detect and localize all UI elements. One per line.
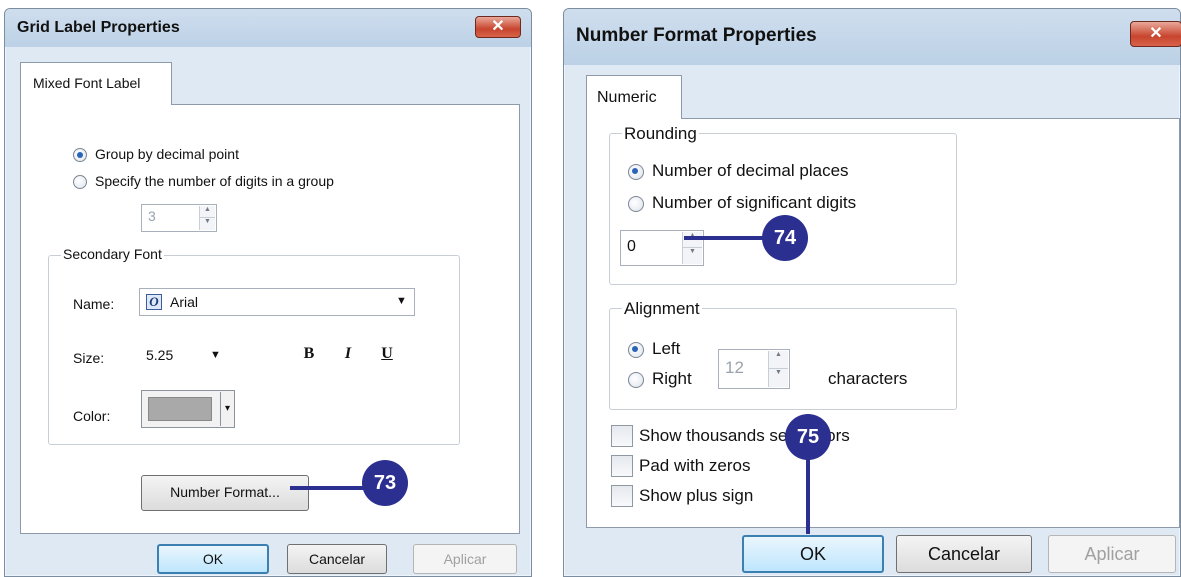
apply-label: Aplicar (1084, 544, 1140, 564)
color-label: Color: (73, 408, 111, 424)
apply-button[interactable]: Aplicar (413, 544, 517, 574)
callout-73-leader (290, 486, 366, 490)
dialog-title: Grid Label Properties (17, 19, 180, 36)
specify-digits-radio[interactable] (73, 175, 87, 189)
opentype-font-icon: O (146, 294, 162, 310)
spin-up-icon[interactable]: ▲ (769, 351, 788, 369)
align-right-radio[interactable] (628, 372, 644, 388)
significant-digits-label: Number of significant digits (652, 193, 857, 212)
underline-button[interactable]: U (372, 340, 402, 370)
align-left-label: Left (652, 339, 681, 358)
chevron-down-icon[interactable]: ▼ (396, 295, 407, 307)
color-dropdown-arrow[interactable]: ▾ (220, 392, 234, 426)
color-swatch (148, 397, 212, 421)
characters-value: 12 (725, 358, 744, 377)
alignment-legend: Alignment (622, 299, 702, 319)
alignment-group: Alignment Left Right 12 ▲ ▼ characters (609, 299, 957, 410)
secondary-font-legend: Secondary Font (61, 246, 164, 262)
size-label: Size: (73, 350, 105, 366)
decimal-places-label: Number of decimal places (652, 161, 849, 180)
rounding-legend: Rounding (622, 124, 699, 144)
rounding-value: 0 (627, 238, 636, 255)
tab-label: Numeric (597, 89, 657, 106)
show-thousands-checkbox[interactable] (611, 425, 633, 447)
show-plus-label: Show plus sign (639, 486, 754, 505)
tab-panel: Rounding Number of decimal places Number… (586, 118, 1180, 528)
font-size-combo[interactable]: 5.25 ▼ (139, 340, 227, 370)
characters-spinner[interactable]: 12 ▲ ▼ (718, 349, 790, 389)
specify-digits-label: Specify the number of digits in a group (95, 173, 334, 189)
pad-zeros-checkbox[interactable] (611, 455, 633, 477)
spin-down-icon[interactable]: ▼ (769, 369, 788, 387)
apply-label: Aplicar (443, 551, 487, 567)
align-right-label: Right (652, 369, 692, 388)
apply-button[interactable]: Aplicar (1048, 535, 1176, 573)
digits-spinner[interactable]: 3 ▲ ▼ (141, 204, 217, 232)
callout-75: 75 (785, 414, 831, 460)
font-name-value: Arial (170, 294, 199, 310)
cancel-button[interactable]: Cancelar (896, 535, 1032, 573)
spinner-arrows[interactable]: ▲ ▼ (199, 206, 215, 230)
spinner-arrows[interactable]: ▲ ▼ (768, 351, 788, 387)
show-plus-checkbox[interactable] (611, 485, 633, 507)
spin-up-icon[interactable]: ▲ (200, 206, 215, 218)
grid-label-properties-dialog: Grid Label Properties ✕ Mixed Font Label… (4, 8, 532, 577)
decimal-places-radio[interactable] (628, 164, 644, 180)
title-bar: Grid Label Properties ✕ (5, 9, 531, 47)
tab-numeric[interactable]: Numeric (586, 75, 682, 119)
tab-label: Mixed Font Label (33, 75, 141, 91)
callout-75-leader (806, 454, 810, 534)
name-label: Name: (73, 296, 115, 312)
font-size-value: 5.25 (146, 347, 174, 363)
color-picker[interactable]: ▾ (141, 390, 235, 428)
ok-label: OK (202, 551, 224, 567)
ok-button[interactable]: OK (157, 544, 269, 574)
align-left-radio[interactable] (628, 342, 644, 358)
dialog-title: Number Format Properties (576, 25, 817, 46)
close-button[interactable]: ✕ (475, 16, 521, 38)
callout-73: 73 (362, 460, 408, 506)
cancel-button[interactable]: Cancelar (287, 544, 387, 574)
digits-value: 3 (148, 208, 156, 224)
pad-zeros-label: Pad with zeros (639, 456, 751, 475)
spin-down-icon[interactable]: ▼ (683, 248, 702, 264)
ok-button[interactable]: OK (742, 535, 884, 573)
significant-digits-radio[interactable] (628, 196, 644, 212)
callout-74-leader (684, 236, 766, 240)
spin-down-icon[interactable]: ▼ (200, 218, 215, 230)
title-bar: Number Format Properties ✕ (564, 9, 1181, 65)
close-button[interactable]: ✕ (1130, 21, 1181, 47)
characters-label: characters (828, 369, 908, 388)
cancel-label: Cancelar (308, 551, 366, 567)
callout-74: 74 (762, 215, 808, 261)
group-by-decimal-label: Group by decimal point (95, 146, 239, 162)
number-format-button[interactable]: Number Format... (141, 475, 309, 511)
bold-button[interactable]: B (294, 340, 324, 370)
font-name-combo[interactable]: O Arial ▼ (139, 288, 415, 316)
tab-mixed-font-label[interactable]: Mixed Font Label (20, 62, 172, 105)
number-format-properties-dialog: Number Format Properties ✕ Numeric Round… (563, 8, 1181, 577)
chevron-down-icon[interactable]: ▼ (210, 349, 221, 361)
spin-up-icon[interactable]: ▲ (683, 232, 702, 248)
cancel-label: Cancelar (927, 544, 1001, 564)
rounding-group: Rounding Number of decimal places Number… (609, 124, 957, 285)
secondary-font-group: Secondary Font Name: O Arial ▼ Size: 5.2… (48, 246, 460, 445)
italic-button[interactable]: I (333, 340, 363, 370)
ok-label: OK (799, 544, 826, 564)
group-by-decimal-radio[interactable] (73, 148, 87, 162)
tab-panel: Group by decimal point Specify the numbe… (20, 104, 520, 534)
number-format-label: Number Format... (170, 484, 280, 500)
